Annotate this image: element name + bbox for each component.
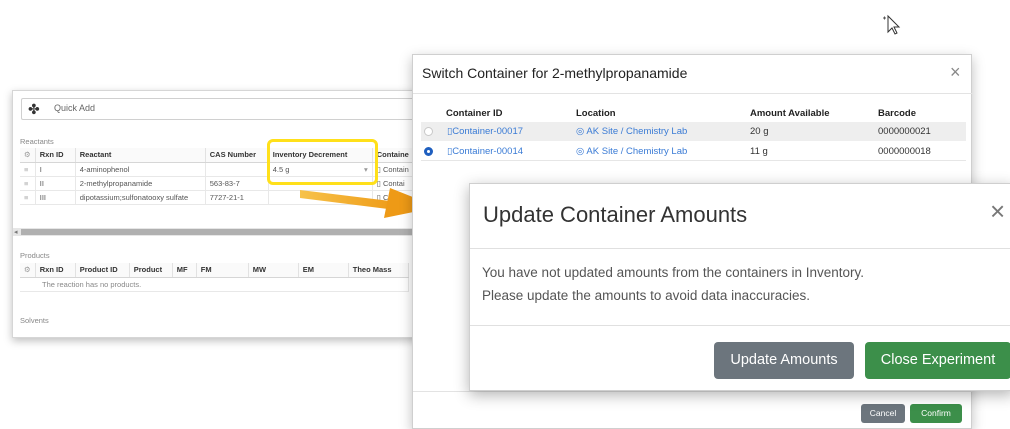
reactant-link[interactable]: 2-methylpropanamide	[75, 176, 206, 191]
amount-available: 11 g	[750, 146, 768, 157]
col-product[interactable]: Product	[129, 263, 173, 278]
location-pin-icon: ◎	[576, 126, 585, 137]
location-link[interactable]: ◎ AK Site / Chemistry Lab	[576, 126, 687, 137]
rxn-id: I	[35, 162, 76, 177]
container-radio[interactable]	[424, 127, 433, 136]
container-id-link[interactable]: ▯Container-00017	[447, 126, 523, 137]
scrollbar-thumb[interactable]	[21, 229, 431, 235]
horizontal-scrollbar[interactable]: ◂	[13, 228, 431, 236]
container-id-link[interactable]: ▯Container-00014	[447, 146, 523, 157]
molecule-icon[interactable]: ✤	[28, 101, 40, 118]
close-experiment-button[interactable]: Close Experiment	[865, 342, 1010, 379]
table-row[interactable]: ▯Container-00017 ◎ AK Site / Chemistry L…	[421, 122, 966, 141]
gear-icon[interactable]: ⚙	[24, 265, 31, 274]
col-container-id[interactable]: Container ID	[446, 108, 502, 119]
modal-title: Switch Container for 2-methylpropanamide	[422, 65, 688, 81]
location-pin-icon: ◎	[576, 146, 585, 157]
products-table: ⚙ Rxn ID Product ID Product MF FM MW EM …	[20, 263, 409, 292]
cas-number: 7727-21-1	[205, 190, 269, 205]
reactant-link[interactable]: dipotassium;sulfonatooxy sulfate	[75, 190, 206, 205]
col-em[interactable]: EM	[298, 263, 349, 278]
divider	[470, 248, 1010, 249]
col-reactant[interactable]: Reactant	[75, 148, 206, 163]
reactant-link[interactable]: 4-aminophenol	[75, 162, 206, 177]
divider	[413, 391, 973, 392]
quick-add-input[interactable]: Quick Add	[54, 103, 95, 113]
col-location[interactable]: Location	[576, 108, 616, 119]
amount-available: 20 g	[750, 126, 769, 137]
modal-message-line-2: Please update the amounts to avoid data …	[482, 288, 810, 303]
col-cas[interactable]: CAS Number	[205, 148, 269, 163]
col-fm[interactable]: FM	[196, 263, 249, 278]
container-radio-selected[interactable]	[424, 147, 433, 156]
drag-handle-icon[interactable]: ≡	[24, 193, 28, 202]
inventory-decrement-highlight	[267, 139, 378, 185]
location-link[interactable]: ◎ AK Site / Chemistry Lab	[576, 146, 687, 157]
cas-number	[205, 162, 269, 177]
col-rxn-id[interactable]: Rxn ID	[35, 148, 76, 163]
confirm-button[interactable]: Confirm	[910, 404, 962, 423]
col-product-id[interactable]: Product ID	[75, 263, 130, 278]
scroll-left-icon[interactable]: ◂	[14, 228, 18, 236]
close-icon[interactable]: ×	[950, 62, 961, 83]
mouse-cursor-icon	[880, 12, 904, 41]
modal-message-line-1: You have not updated amounts from the co…	[482, 265, 864, 280]
col-barcode[interactable]: Barcode	[878, 108, 916, 119]
drag-handle-icon[interactable]: ≡	[24, 165, 28, 174]
close-icon[interactable]: ×	[990, 196, 1005, 227]
cancel-button[interactable]: Cancel	[861, 404, 905, 423]
barcode: 0000000021	[878, 126, 931, 137]
products-label: Products	[20, 251, 50, 260]
rxn-id: II	[35, 176, 76, 191]
cas-number: 563-83-7	[205, 176, 269, 191]
col-rxn-id[interactable]: Rxn ID	[35, 263, 76, 278]
table-row[interactable]: ▯Container-00014 ◎ AK Site / Chemistry L…	[421, 142, 966, 161]
container-link[interactable]: ▯ Contain	[372, 162, 418, 177]
barcode: 0000000018	[878, 146, 931, 157]
drag-handle-icon[interactable]: ≡	[24, 179, 28, 188]
products-empty-message: The reaction has no products.	[20, 277, 409, 292]
solvents-label: Solvents	[20, 316, 49, 325]
rxn-id: III	[35, 190, 76, 205]
update-container-amounts-modal: Update Container Amounts × You have not …	[469, 183, 1010, 391]
col-theo-mass[interactable]: Theo Mass	[348, 263, 409, 278]
quick-add-bar[interactable]: ✤ Quick Add	[21, 98, 431, 120]
reactants-label: Reactants	[20, 137, 54, 146]
col-mw[interactable]: MW	[248, 263, 299, 278]
modal-title: Update Container Amounts	[483, 202, 748, 227]
divider	[413, 93, 973, 94]
gear-icon[interactable]: ⚙	[24, 150, 31, 159]
col-amount-available[interactable]: Amount Available	[750, 108, 830, 119]
col-container[interactable]: Containe	[372, 148, 418, 163]
col-mf[interactable]: MF	[172, 263, 197, 278]
divider	[470, 325, 1010, 326]
update-amounts-button[interactable]: Update Amounts	[714, 342, 854, 379]
